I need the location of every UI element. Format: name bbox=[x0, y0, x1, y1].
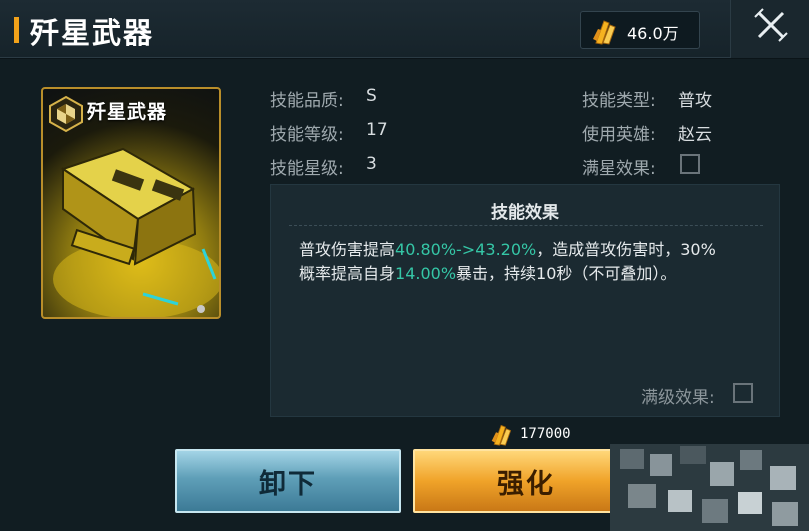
level-label: 技能等级: bbox=[270, 125, 344, 145]
effect-highlight: 40.80%->43.20% bbox=[395, 240, 537, 259]
mosaic-watermark bbox=[610, 444, 809, 531]
type-value: 普攻 bbox=[678, 91, 712, 111]
effect-text: 普攻伤害提高 bbox=[299, 240, 396, 259]
type-label: 技能类型: bbox=[582, 91, 656, 111]
card-title: 歼星武器 bbox=[87, 101, 168, 123]
effect-line-2: 概率提高自身14.00%暴击，持续10秒（不可叠加）。 bbox=[299, 260, 676, 284]
fullstar-label: 满星效果: bbox=[582, 159, 656, 179]
effect-highlight: 14.00% bbox=[395, 264, 457, 283]
upgrade-button[interactable]: 强化 bbox=[413, 449, 639, 513]
level-value: 17 bbox=[366, 120, 388, 140]
effect-text: 暴击，持续10秒（不可叠加）。 bbox=[456, 264, 677, 283]
crystal-icon bbox=[489, 422, 515, 450]
maxlevel-label: 满级效果: bbox=[641, 388, 715, 408]
star-label: 技能星级: bbox=[270, 159, 344, 179]
hero-value: 赵云 bbox=[678, 125, 712, 145]
crystal-icon bbox=[590, 17, 620, 49]
quality-value: S bbox=[366, 86, 377, 106]
skill-detail-panel: 歼星武器 技能品质: S 技能等级: 17 技能星级: 3 技能类型: 普攻 使… bbox=[0, 59, 809, 531]
hero-label: 使用英雄: bbox=[582, 125, 656, 145]
effect-text: 概率提高自身 bbox=[299, 264, 396, 283]
star-value: 3 bbox=[366, 154, 377, 174]
header-bar: 歼星武器 46.0万 bbox=[0, 0, 809, 58]
upgrade-cost: 177000 bbox=[520, 426, 571, 442]
effect-text: ，造成普攻伤害时，30% bbox=[536, 240, 716, 259]
quality-label: 技能品质: bbox=[270, 91, 344, 111]
page-title: 歼星武器 bbox=[30, 16, 155, 50]
fullstar-checkbox bbox=[680, 154, 700, 174]
currency-amount: 46.0万 bbox=[627, 24, 679, 43]
close-button[interactable] bbox=[730, 0, 809, 58]
skill-card: 歼星武器 bbox=[41, 87, 221, 319]
effect-divider bbox=[289, 225, 763, 226]
weapon-art-icon bbox=[43, 129, 219, 317]
effect-panel: 技能效果 普攻伤害提高40.80%->43.20%，造成普攻伤害时，30% 概率… bbox=[270, 184, 780, 417]
unequip-button[interactable]: 卸下 bbox=[175, 449, 401, 513]
currency-display: 46.0万 bbox=[580, 11, 700, 49]
maxlevel-checkbox bbox=[733, 383, 753, 403]
effect-title: 技能效果 bbox=[491, 203, 559, 223]
effect-line-1: 普攻伤害提高40.80%->43.20%，造成普攻伤害时，30% bbox=[299, 236, 716, 260]
header-accent-bar bbox=[14, 17, 19, 43]
close-icon[interactable] bbox=[753, 7, 789, 47]
